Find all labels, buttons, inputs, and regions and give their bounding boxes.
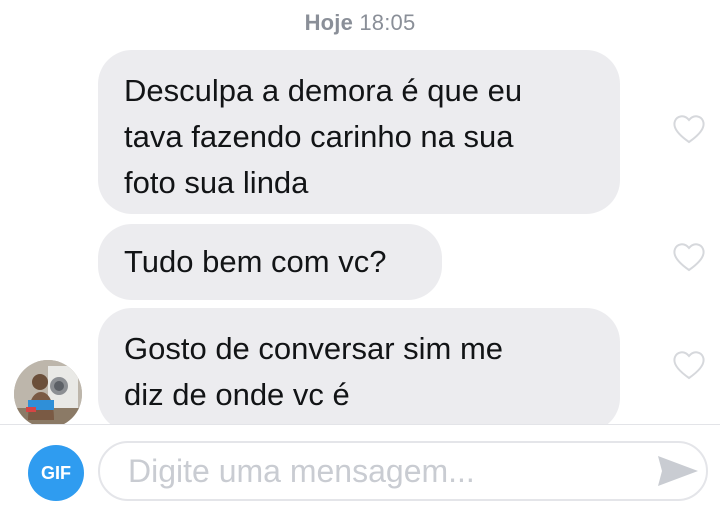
date-separator: Hoje 18:05 <box>0 10 720 36</box>
message-line: Gosto de conversar sim me <box>124 331 504 366</box>
message-line: diz de onde vc é <box>124 377 350 412</box>
gif-button[interactable]: GIF <box>28 445 84 501</box>
chat-screen: Hoje 18:05 Desculpa a demora é que eu ta… <box>0 0 720 514</box>
message-input[interactable] <box>98 441 708 501</box>
like-heart-icon[interactable] <box>672 114 706 144</box>
message-line: Desculpa a demora é que eu <box>124 73 523 108</box>
message-bubble[interactable]: Gosto de conversar sim me diz de onde vc… <box>98 308 620 432</box>
send-icon[interactable] <box>656 453 700 489</box>
date-day: Hoje <box>304 10 354 35</box>
date-time: 18:05 <box>359 10 416 35</box>
like-heart-icon[interactable] <box>672 242 706 272</box>
sender-avatar[interactable] <box>14 360 82 428</box>
message-line: Tudo bem com vc? <box>124 244 387 279</box>
message-line: foto sua linda <box>124 165 309 200</box>
like-heart-icon[interactable] <box>672 350 706 380</box>
message-bubble[interactable]: Tudo bem com vc? <box>98 224 442 300</box>
message-composer: GIF <box>0 424 720 514</box>
message-bubble[interactable]: Desculpa a demora é que eu tava fazendo … <box>98 50 620 214</box>
message-line: tava fazendo carinho na sua <box>124 119 514 154</box>
